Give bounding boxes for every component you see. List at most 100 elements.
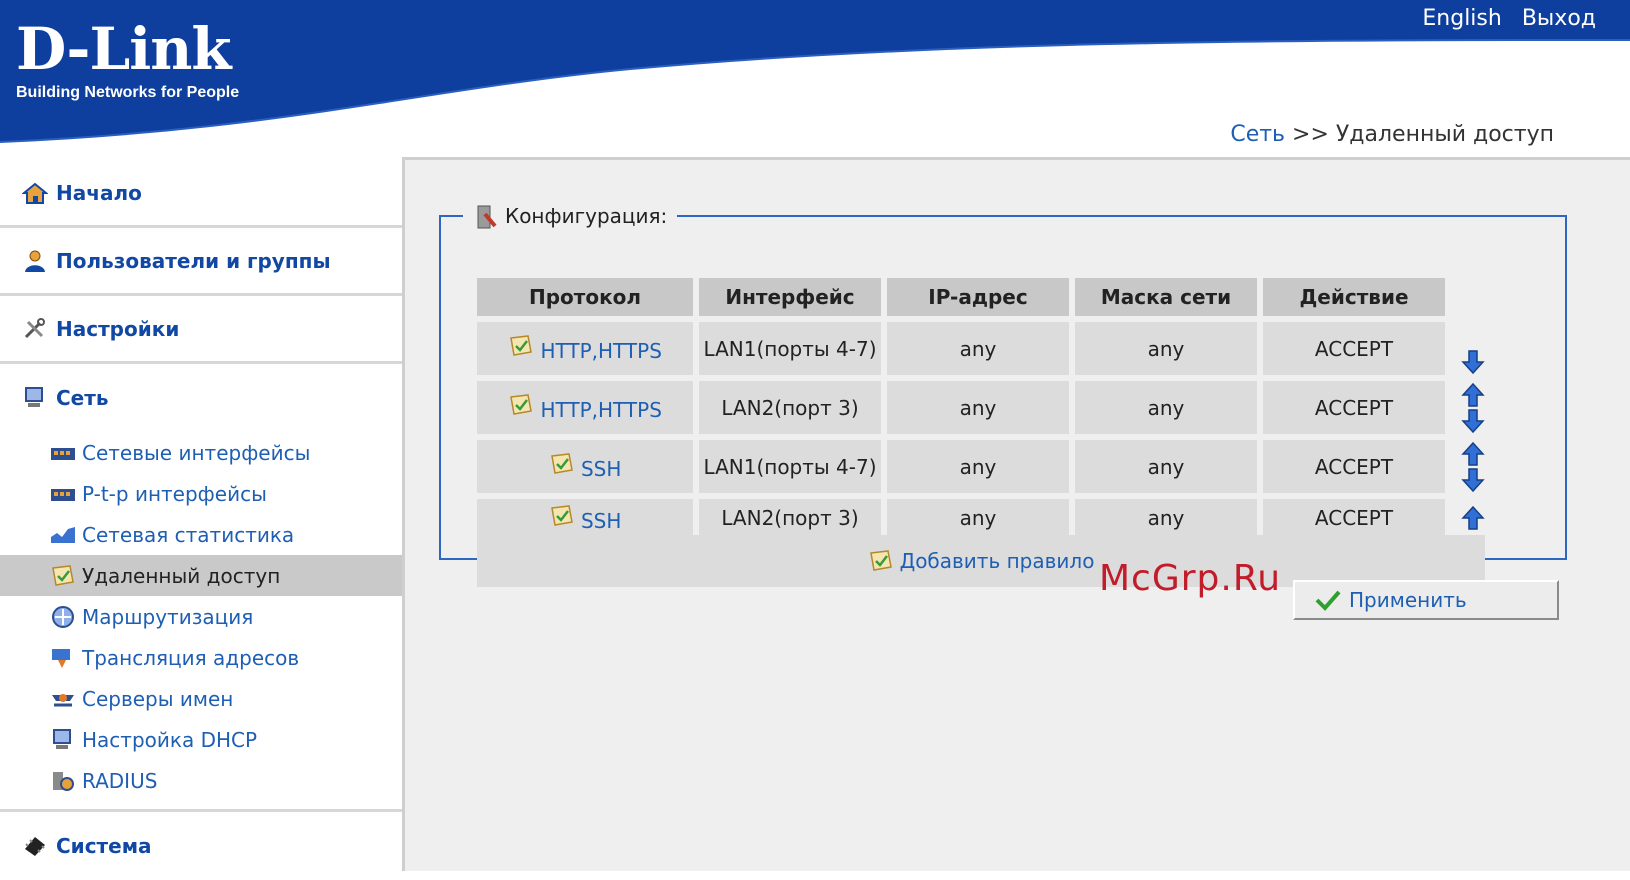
ip-cell: any <box>887 440 1069 493</box>
move-up-arrow-icon[interactable] <box>1461 441 1485 467</box>
sidebar-item-settings[interactable]: Настройки <box>0 296 402 364</box>
remote-access-icon <box>508 393 534 417</box>
sidebar-item-radius[interactable]: RADIUS <box>0 760 402 801</box>
order-cell <box>1451 381 1541 434</box>
action-cell: ACCEPT <box>1263 381 1445 434</box>
watermark: McGrp.Ru <box>1099 558 1282 599</box>
sidebar-item-dns-servers[interactable]: Серверы имен <box>0 678 402 719</box>
sidebar-item-remote-access[interactable]: Удаленный доступ <box>0 555 402 596</box>
column-header-action: Действие <box>1263 278 1445 316</box>
column-header-mask: Маска сети <box>1075 278 1257 316</box>
english-link[interactable]: English <box>1422 6 1501 31</box>
nat-icon <box>50 646 76 670</box>
network-submenu: Сетевые интерфейсы P-t-p интерфейсы Сете… <box>0 432 402 812</box>
sidebar-item-label: Настройки <box>56 316 180 341</box>
table-row: SSH LAN1(порты 4-7) any any ACCEPT <box>477 440 1541 493</box>
configuration-panel: Конфигурация: Протокол Интерфейс IP-адре… <box>439 204 1567 587</box>
sidebar-item-nat[interactable]: Трансляция адресов <box>0 637 402 678</box>
mask-cell: any <box>1075 440 1257 493</box>
order-cell <box>1451 322 1541 375</box>
sidebar-item-ptp-interfaces[interactable]: P-t-p интерфейсы <box>0 473 402 514</box>
sidebar-item-label: Сетевая статистика <box>82 522 295 547</box>
breadcrumb: Сеть >> Удаленный доступ <box>1230 122 1554 147</box>
sidebar: Начало Пользователи и группы Настройки С… <box>0 160 402 871</box>
table-row: SSH LAN2(порт 3) any any ACCEPT <box>477 499 1541 537</box>
sidebar-item-label: Система <box>56 834 152 858</box>
user-icon <box>22 249 48 273</box>
home-icon <box>21 181 49 205</box>
move-down-arrow-icon[interactable] <box>1461 408 1485 434</box>
interface-cell: LAN1(порты 4-7) <box>699 440 881 493</box>
sidebar-item-network[interactable]: Сеть <box>0 364 402 432</box>
sidebar-item-label: P-t-p интерфейсы <box>82 481 267 506</box>
routing-icon <box>50 605 76 629</box>
sidebar-item-users[interactable]: Пользователи и группы <box>0 228 402 296</box>
chart-icon <box>50 523 76 547</box>
breadcrumb-parent[interactable]: Сеть <box>1230 122 1285 147</box>
protocol-cell: SSH <box>477 499 693 537</box>
ip-cell: any <box>887 381 1069 434</box>
tools-icon <box>22 317 48 341</box>
sidebar-item-label: Трансляция адресов <box>82 645 300 670</box>
sidebar-item-label: Пользователи и группы <box>56 248 331 273</box>
protocol-link[interactable]: HTTP,HTTPS <box>540 398 661 422</box>
add-rule-link[interactable]: Добавить правило <box>900 549 1095 573</box>
config-icon <box>473 204 499 229</box>
sidebar-item-label: Сетевые интерфейсы <box>82 440 311 465</box>
mask-cell: any <box>1075 381 1257 434</box>
protocol-cell: HTTP,HTTPS <box>477 322 693 375</box>
configuration-title: Конфигурация: <box>505 204 668 228</box>
computer-icon <box>50 728 76 752</box>
apply-button-label: Применить <box>1349 588 1467 612</box>
sidebar-item-label: Сеть <box>56 386 109 410</box>
checkmark-icon <box>1315 588 1341 612</box>
logout-link[interactable]: Выход <box>1522 6 1596 31</box>
protocol-cell: HTTP,HTTPS <box>477 381 693 434</box>
breadcrumb-separator: >> <box>1292 122 1329 147</box>
table-header-row: Протокол Интерфейс IP-адрес Маска сети Д… <box>477 278 1541 316</box>
remote-access-icon <box>868 549 894 573</box>
rules-table: Протокол Интерфейс IP-адрес Маска сети Д… <box>471 272 1547 543</box>
move-up-arrow-icon[interactable] <box>1461 505 1485 531</box>
dlink-logo: D-Link Building Networks for People <box>16 18 239 102</box>
move-up-arrow-icon[interactable] <box>1461 382 1485 408</box>
mask-cell: any <box>1075 322 1257 375</box>
remote-access-icon <box>549 504 575 528</box>
column-header-interface: Интерфейс <box>699 278 881 316</box>
ip-cell: any <box>887 322 1069 375</box>
sidebar-item-label: Настройка DHCP <box>82 727 258 752</box>
network-card-icon <box>50 482 76 506</box>
sidebar-item-dhcp[interactable]: Настройка DHCP <box>0 719 402 760</box>
move-down-arrow-icon[interactable] <box>1461 349 1485 375</box>
remote-access-icon <box>549 452 575 476</box>
apply-button[interactable]: Применить <box>1293 580 1559 620</box>
protocol-cell: SSH <box>477 440 693 493</box>
remote-access-icon <box>508 334 534 358</box>
sidebar-item-routing[interactable]: Маршрутизация <box>0 596 402 637</box>
network-card-icon <box>50 441 76 465</box>
action-cell: ACCEPT <box>1263 499 1445 537</box>
mask-cell: any <box>1075 499 1257 537</box>
dns-server-icon <box>50 687 76 711</box>
sidebar-item-label: Начало <box>56 180 142 205</box>
protocol-link[interactable]: HTTP,HTTPS <box>540 339 661 363</box>
interface-cell: LAN2(порт 3) <box>699 381 881 434</box>
brand-name: D-Link <box>16 15 232 83</box>
computer-icon <box>22 386 48 410</box>
sidebar-item-network-interfaces[interactable]: Сетевые интерфейсы <box>0 432 402 473</box>
protocol-link[interactable]: SSH <box>581 457 621 481</box>
move-down-arrow-icon[interactable] <box>1461 467 1485 493</box>
radius-icon <box>50 769 76 793</box>
breadcrumb-current: Удаленный доступ <box>1335 122 1554 147</box>
order-cell <box>1451 440 1541 493</box>
sidebar-item-network-statistics[interactable]: Сетевая статистика <box>0 514 402 555</box>
column-header-protocol: Протокол <box>477 278 693 316</box>
chip-icon <box>22 834 48 858</box>
interface-cell: LAN1(порты 4-7) <box>699 322 881 375</box>
sidebar-item-system[interactable]: Система <box>0 812 402 880</box>
brand-tagline: Building Networks for People <box>16 84 240 101</box>
column-header-order <box>1451 278 1541 316</box>
protocol-link[interactable]: SSH <box>581 509 621 533</box>
sidebar-item-home[interactable]: Начало <box>0 160 402 228</box>
table-row: HTTP,HTTPS LAN2(порт 3) any any ACCEPT <box>477 381 1541 434</box>
